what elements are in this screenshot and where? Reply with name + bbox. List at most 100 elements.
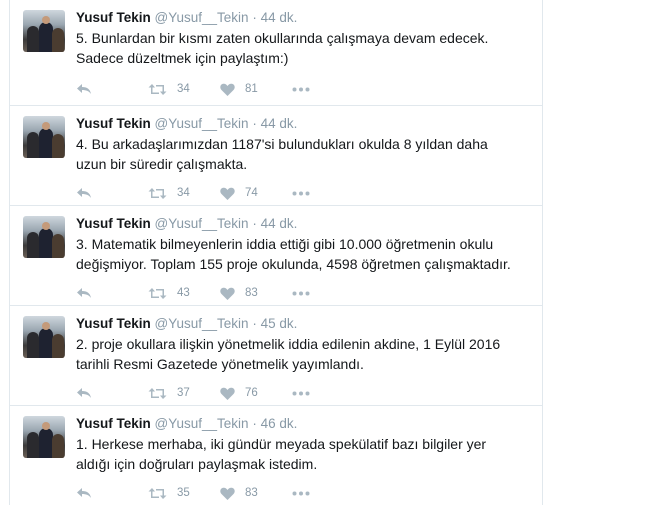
avatar[interactable] bbox=[23, 10, 65, 52]
like-button[interactable]: 81 bbox=[220, 80, 258, 98]
tweet[interactable]: Yusuf Tekin @Yusuf__Tekin · 45 dk. 2. pr… bbox=[10, 306, 542, 406]
heart-icon bbox=[220, 387, 235, 400]
tweet[interactable]: Yusuf Tekin @Yusuf__Tekin · 44 dk. 4. Bu… bbox=[10, 106, 542, 206]
tweet-header: Yusuf Tekin @Yusuf__Tekin · 44 dk. bbox=[76, 115, 532, 133]
tweet[interactable]: Yusuf Tekin @Yusuf__Tekin · 44 dk. 5. Bu… bbox=[10, 0, 542, 106]
retweet-count: 37 bbox=[177, 387, 190, 399]
more-button[interactable] bbox=[292, 384, 310, 402]
like-button[interactable]: 83 bbox=[220, 484, 258, 502]
like-count: 83 bbox=[245, 487, 258, 499]
separator-dot: · bbox=[252, 216, 257, 231]
avatar[interactable] bbox=[23, 116, 65, 158]
username[interactable]: @Yusuf__Tekin bbox=[155, 416, 249, 431]
like-count: 83 bbox=[245, 287, 258, 299]
avatar[interactable] bbox=[23, 316, 65, 358]
avatar[interactable] bbox=[23, 416, 65, 458]
tweet-text: 3. Matematik bilmeyenlerin iddia ettiği … bbox=[76, 234, 532, 274]
tweet-text: 5. Bunlardan bir kısmı zaten okullarında… bbox=[76, 28, 532, 68]
retweet-icon bbox=[148, 187, 167, 199]
more-button[interactable] bbox=[292, 284, 310, 302]
more-icon bbox=[292, 191, 310, 195]
retweet-count: 43 bbox=[177, 287, 190, 299]
more-icon bbox=[292, 87, 310, 91]
reply-button[interactable] bbox=[76, 484, 92, 502]
heart-icon bbox=[220, 287, 235, 300]
tweet-text-line: değişmiyor. Toplam 155 proje okulunda, 4… bbox=[76, 256, 511, 272]
reply-icon bbox=[77, 188, 91, 198]
retweet-icon bbox=[148, 83, 167, 95]
reply-icon bbox=[77, 288, 91, 298]
heart-icon bbox=[220, 83, 235, 96]
tweet-header: Yusuf Tekin @Yusuf__Tekin · 44 dk. bbox=[76, 9, 532, 27]
retweet-count: 34 bbox=[177, 83, 190, 95]
retweet-icon bbox=[148, 487, 167, 499]
heart-icon bbox=[220, 487, 235, 500]
reply-icon bbox=[77, 488, 91, 498]
timeline: Yusuf Tekin @Yusuf__Tekin · 44 dk. 5. Bu… bbox=[9, 0, 543, 505]
tweet-text: 1. Herkese merhaba, iki gündür meyada sp… bbox=[76, 434, 532, 474]
tweet-text-line: Sadece düzeltmek için paylaştım:) bbox=[76, 50, 289, 66]
like-button[interactable]: 83 bbox=[220, 284, 258, 302]
tweet[interactable]: Yusuf Tekin @Yusuf__Tekin · 44 dk. 3. Ma… bbox=[10, 206, 542, 306]
reply-button[interactable] bbox=[76, 284, 92, 302]
retweet-icon bbox=[148, 287, 167, 299]
tweet-header: Yusuf Tekin @Yusuf__Tekin · 45 dk. bbox=[76, 315, 532, 333]
more-icon bbox=[292, 291, 310, 295]
more-button[interactable] bbox=[292, 184, 310, 202]
separator-dot: · bbox=[252, 316, 257, 331]
timestamp[interactable]: 44 dk. bbox=[261, 216, 298, 231]
fullname[interactable]: Yusuf Tekin bbox=[76, 316, 151, 331]
retweet-icon bbox=[148, 387, 167, 399]
more-button[interactable] bbox=[292, 80, 310, 98]
retweet-button[interactable]: 34 bbox=[148, 80, 190, 98]
tweet-text-line: tarihli Resmi Gazetede yönetmelik yayıml… bbox=[76, 356, 364, 372]
tweet-header: Yusuf Tekin @Yusuf__Tekin · 46 dk. bbox=[76, 415, 532, 433]
retweet-button[interactable]: 37 bbox=[148, 384, 190, 402]
timestamp[interactable]: 44 dk. bbox=[261, 10, 298, 25]
separator-dot: · bbox=[252, 416, 257, 431]
reply-icon bbox=[77, 388, 91, 398]
separator-dot: · bbox=[252, 10, 257, 25]
reply-button[interactable] bbox=[76, 80, 92, 98]
tweet-text-line: uzun bir süredir çalışmakta. bbox=[76, 156, 248, 172]
fullname[interactable]: Yusuf Tekin bbox=[76, 10, 151, 25]
timestamp[interactable]: 46 dk. bbox=[261, 416, 298, 431]
like-count: 74 bbox=[245, 187, 258, 199]
username[interactable]: @Yusuf__Tekin bbox=[155, 116, 249, 131]
tweet-text-line: 1. Herkese merhaba, iki gündür meyada sp… bbox=[76, 436, 487, 452]
like-button[interactable]: 76 bbox=[220, 384, 258, 402]
tweet-text-line: 4. Bu arkadaşlarımızdan 1187'si bulunduk… bbox=[76, 136, 488, 152]
fullname[interactable]: Yusuf Tekin bbox=[76, 116, 151, 131]
reply-button[interactable] bbox=[76, 184, 92, 202]
tweet[interactable]: Yusuf Tekin @Yusuf__Tekin · 46 dk. 1. He… bbox=[10, 406, 542, 506]
more-icon bbox=[292, 391, 310, 395]
username[interactable]: @Yusuf__Tekin bbox=[155, 216, 249, 231]
like-count: 81 bbox=[245, 83, 258, 95]
reply-icon bbox=[77, 84, 91, 94]
username[interactable]: @Yusuf__Tekin bbox=[155, 316, 249, 331]
avatar[interactable] bbox=[23, 216, 65, 258]
username[interactable]: @Yusuf__Tekin bbox=[155, 10, 249, 25]
tweet-text-line: 2. proje okullara ilişkin yönetmelik idd… bbox=[76, 336, 501, 352]
fullname[interactable]: Yusuf Tekin bbox=[76, 216, 151, 231]
more-icon bbox=[292, 491, 310, 495]
retweet-button[interactable]: 43 bbox=[148, 284, 190, 302]
tweet-text: 2. proje okullara ilişkin yönetmelik idd… bbox=[76, 334, 532, 374]
retweet-count: 34 bbox=[177, 187, 190, 199]
heart-icon bbox=[220, 187, 235, 200]
reply-button[interactable] bbox=[76, 384, 92, 402]
like-count: 76 bbox=[245, 387, 258, 399]
retweet-button[interactable]: 35 bbox=[148, 484, 190, 502]
separator-dot: · bbox=[252, 116, 257, 131]
retweet-button[interactable]: 34 bbox=[148, 184, 190, 202]
tweet-text-line: 5. Bunlardan bir kısmı zaten okullarında… bbox=[76, 30, 489, 46]
like-button[interactable]: 74 bbox=[220, 184, 258, 202]
tweet-header: Yusuf Tekin @Yusuf__Tekin · 44 dk. bbox=[76, 215, 532, 233]
fullname[interactable]: Yusuf Tekin bbox=[76, 416, 151, 431]
timestamp[interactable]: 45 dk. bbox=[261, 316, 298, 331]
timestamp[interactable]: 44 dk. bbox=[261, 116, 298, 131]
retweet-count: 35 bbox=[177, 487, 190, 499]
tweet-text: 4. Bu arkadaşlarımızdan 1187'si bulunduk… bbox=[76, 134, 532, 174]
more-button[interactable] bbox=[292, 484, 310, 502]
tweet-text-line: aldığı için doğruları paylaşmak istedim. bbox=[76, 456, 318, 472]
